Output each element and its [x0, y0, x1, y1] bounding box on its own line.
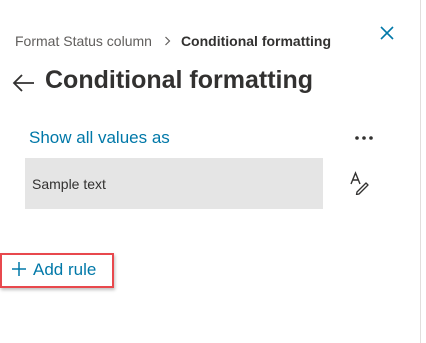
breadcrumb-current: Conditional formatting [180, 33, 332, 49]
show-all-values-link[interactable]: Show all values as [29, 128, 170, 148]
text-format-pen-icon[interactable] [348, 171, 370, 196]
add-rule-button[interactable]: Add rule [0, 253, 114, 288]
more-horizontal-icon[interactable] [352, 129, 376, 147]
breadcrumb-parent[interactable]: Format Status column [15, 33, 152, 49]
pane-divider [420, 0, 421, 343]
conditional-formatting-pane: Format Status column Conditional formatt… [0, 0, 426, 343]
sample-preview: Sample text [25, 158, 323, 209]
arrow-left-icon[interactable] [11, 70, 37, 96]
sample-text: Sample text [32, 176, 106, 192]
page-title: Conditional formatting [45, 66, 314, 94]
breadcrumb: Format Status column Conditional formatt… [15, 33, 331, 49]
close-icon[interactable] [378, 24, 396, 42]
chevron-right-icon [164, 36, 171, 46]
plus-icon [11, 261, 27, 277]
add-rule-label: Add rule [33, 260, 97, 279]
